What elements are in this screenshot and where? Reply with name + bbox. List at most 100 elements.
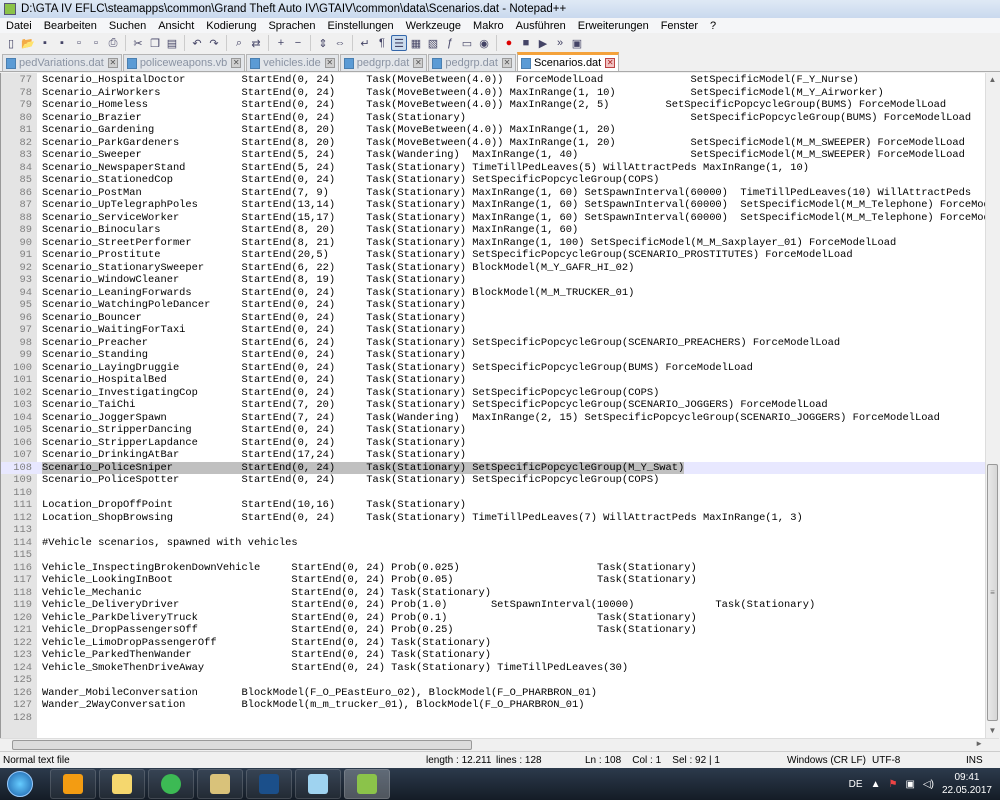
editor-line[interactable]: 120 Vehicle_ParkDeliveryTruck StartEnd(0,…	[1, 612, 985, 625]
editor-line[interactable]: 102 Scenario_InvestigatingCop StartEnd(0,…	[1, 387, 985, 400]
save-macro-icon[interactable]: ▣	[569, 35, 585, 51]
editor-line[interactable]: 105 Scenario_StripperDancing StartEnd(0, …	[1, 424, 985, 437]
editor-line[interactable]: 127 Wander_2WayConversation BlockModel(m_…	[1, 699, 985, 712]
menu-item[interactable]: Fenster	[655, 20, 704, 32]
editor-line[interactable]: 118 Vehicle_Mechanic StartEnd(0, 24) Task…	[1, 587, 985, 600]
taskbar-notepad[interactable]	[295, 769, 341, 799]
editor-line[interactable]: 85 Scenario_StationedCop StartEnd(0, 24) …	[1, 174, 985, 187]
editor-line[interactable]: 109 Scenario_PoliceSpotter StartEnd(0, 24…	[1, 474, 985, 487]
paste-icon[interactable]: ▤	[164, 35, 180, 51]
menu-item[interactable]: Erweiterungen	[572, 20, 655, 32]
menu-item[interactable]: Sprachen	[262, 20, 321, 32]
monitoring-icon[interactable]: ◉	[476, 35, 492, 51]
editor-line[interactable]: 108 Scenario_PoliceSniper StartEnd(0, 24)…	[1, 461, 985, 474]
scroll-right-arrow-icon[interactable]: ►	[975, 739, 983, 748]
editor-line[interactable]: 124 Vehicle_SmokeThenDriveAway StartEnd(0…	[1, 662, 985, 675]
all-chars-icon[interactable]: ¶	[374, 35, 390, 51]
close-tab-icon[interactable]: ✕	[501, 58, 512, 68]
editor-line[interactable]: 78 Scenario_AirWorkers StartEnd(0, 24) Ta…	[1, 87, 985, 100]
zoom-out-icon[interactable]: −	[290, 35, 306, 51]
function-list-icon[interactable]: ƒ	[442, 35, 458, 51]
editor-line[interactable]: 126 Wander_MobileConversation BlockModel(…	[1, 687, 985, 700]
horizontal-scroll-thumb[interactable]	[12, 740, 472, 750]
editor-line[interactable]: 81 Scenario_Gardening StartEnd(8, 20) Tas…	[1, 124, 985, 137]
editor-line[interactable]: 122 Vehicle_LimoDropPassengerOff StartEnd…	[1, 637, 985, 650]
undo-icon[interactable]: ↶	[189, 35, 205, 51]
vertical-scroll-thumb[interactable]: ≡	[987, 464, 998, 721]
new-file-icon[interactable]: ▯	[3, 35, 19, 51]
sync-h-icon[interactable]: ⇔	[332, 35, 348, 51]
editor-line[interactable]: 82 Scenario_ParkGardeners StartEnd(8, 20)…	[1, 137, 985, 150]
close-tab-icon[interactable]: ✕	[231, 58, 242, 68]
sync-v-icon[interactable]: ⇕	[315, 35, 331, 51]
editor-line[interactable]: 83 Scenario_Sweeper StartEnd(5, 24) Task(…	[1, 149, 985, 162]
editor-line[interactable]: 94 Scenario_LeaningForwards StartEnd(0, 2…	[1, 287, 985, 300]
close-tab-icon[interactable]: ✕	[413, 58, 424, 68]
editor-line[interactable]: 87 Scenario_UpTelegraphPoles StartEnd(13,…	[1, 199, 985, 212]
tab-pedvariations-dat[interactable]: pedVariations.dat ✕	[2, 54, 122, 71]
editor-line[interactable]: 84 Scenario_NewspaperStand StartEnd(5, 24…	[1, 162, 985, 175]
taskbar-notepad-plus-plus[interactable]	[344, 769, 390, 799]
menu-item[interactable]: Datei	[0, 20, 38, 32]
close-tab-icon[interactable]: ✕	[324, 58, 335, 68]
editor-line[interactable]: 80 Scenario_Brazier StartEnd(0, 24) Task(…	[1, 112, 985, 125]
start-button[interactable]	[0, 768, 40, 800]
action-center-icon[interactable]: ⚑	[888, 779, 897, 790]
scroll-up-arrow-icon[interactable]: ▲	[986, 73, 999, 87]
open-icon[interactable]: 📂	[20, 35, 36, 51]
editor-line[interactable]: 101 Scenario_HospitalBed StartEnd(0, 24) …	[1, 374, 985, 387]
editor-line[interactable]: 89 Scenario_Binoculars StartEnd(8, 20) Ta…	[1, 224, 985, 237]
editor-line[interactable]: 103 Scenario_TaiChi StartEnd(7, 20) Task(…	[1, 399, 985, 412]
editor-line[interactable]: 104 Scenario_JoggerSpawn StartEnd(7, 24) …	[1, 412, 985, 425]
volume-icon[interactable]: ◁)	[923, 779, 934, 790]
run-macro-multiple-icon[interactable]: »	[552, 35, 568, 51]
editor-line[interactable]: 110	[1, 487, 985, 500]
taskbar-steam[interactable]	[246, 769, 292, 799]
record-macro-icon[interactable]: ●	[501, 35, 517, 51]
editor-line[interactable]: 99 Scenario_Standing StartEnd(0, 24) Task…	[1, 349, 985, 362]
copy-icon[interactable]: ❐	[147, 35, 163, 51]
zoom-in-icon[interactable]: +	[273, 35, 289, 51]
editor-line[interactable]: 121 Vehicle_DropPassengersOff StartEnd(0,…	[1, 624, 985, 637]
editor-line[interactable]: 117 Vehicle_LookingInBoot StartEnd(0, 24)…	[1, 574, 985, 587]
language-indicator[interactable]: DE	[849, 779, 863, 790]
udl-icon[interactable]: ▦	[408, 35, 424, 51]
editor-line[interactable]: 115	[1, 549, 985, 562]
menu-item[interactable]: Bearbeiten	[38, 20, 103, 32]
menu-item[interactable]: Ansicht	[152, 20, 200, 32]
scroll-down-arrow-icon[interactable]: ▼	[986, 724, 999, 738]
taskbar-file-explorer[interactable]	[99, 769, 145, 799]
tab-policeweapons-vb[interactable]: policeweapons.vb ✕	[122, 54, 246, 71]
word-wrap-icon[interactable]: ↵	[357, 35, 373, 51]
menu-item[interactable]: Makro	[467, 20, 510, 32]
cut-icon[interactable]: ✂	[130, 35, 146, 51]
editor-line[interactable]: 79 Scenario_Homeless StartEnd(0, 24) Task…	[1, 99, 985, 112]
horizontal-scrollbar[interactable]: ►	[0, 738, 999, 750]
editor-line[interactable]: 92 Scenario_StationarySweeper StartEnd(6,…	[1, 262, 985, 275]
close-icon[interactable]: ▫	[71, 35, 87, 51]
tab-pedgrp-dat[interactable]: pedgrp.dat ✕	[339, 54, 428, 71]
find-icon[interactable]: ⌕	[231, 35, 247, 51]
editor-line[interactable]: 96 Scenario_Bouncer StartEnd(0, 24) Task(…	[1, 312, 985, 325]
editor-line[interactable]: 123 Vehicle_ParkedThenWander StartEnd(0, …	[1, 649, 985, 662]
taskbar-gta-iv[interactable]	[197, 769, 243, 799]
indent-guide-icon[interactable]: ☰	[391, 35, 407, 51]
editor-line[interactable]: 112 Location_ShopBrowsing StartEnd(0, 24)…	[1, 512, 985, 525]
menu-item[interactable]: Ausführen	[510, 20, 572, 32]
save-icon[interactable]: ▪	[37, 35, 53, 51]
network-icon[interactable]: ▣	[905, 779, 914, 790]
editor-line[interactable]: 106 Scenario_StripperLapdance StartEnd(0,…	[1, 437, 985, 450]
vertical-scrollbar[interactable]: ▲ ≡ ▼	[985, 73, 999, 738]
folder-workspace-icon[interactable]: ▭	[459, 35, 475, 51]
editor-line[interactable]: 119 Vehicle_DeliveryDriver StartEnd(0, 24…	[1, 599, 985, 612]
tab-vehicles-ide[interactable]: vehicles.ide ✕	[246, 54, 339, 71]
save-all-icon[interactable]: ▪	[54, 35, 70, 51]
close-all-icon[interactable]: ▫	[88, 35, 104, 51]
editor-line[interactable]: 95 Scenario_WatchingPoleDancer StartEnd(0…	[1, 299, 985, 312]
menu-item[interactable]: Kodierung	[200, 20, 262, 32]
editor-line[interactable]: 111 Location_DropOffPoint StartEnd(10,16)…	[1, 499, 985, 512]
editor-line[interactable]: 88 Scenario_ServiceWorker StartEnd(15,17)…	[1, 212, 985, 225]
taskbar-windows-media-player[interactable]	[50, 769, 96, 799]
menu-item[interactable]: Einstellungen	[322, 20, 400, 32]
replace-icon[interactable]: ⇄	[248, 35, 264, 51]
